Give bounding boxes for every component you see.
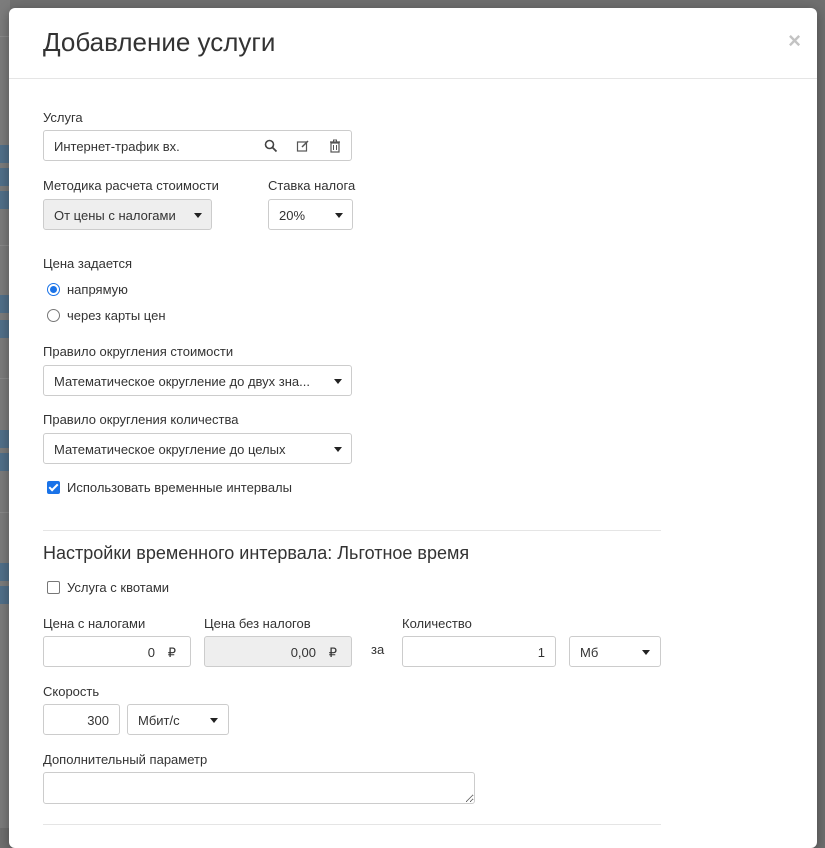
dialog-title: Добавление услуги xyxy=(43,27,276,57)
background-marker xyxy=(0,586,9,604)
quota-label: Услуга с квотами xyxy=(67,580,170,595)
dialog-header: Добавление услуги × xyxy=(9,8,817,79)
price-without-tax-value: 0,00 xyxy=(290,645,316,660)
background-marker xyxy=(0,145,9,163)
ruble-sign: ₽ xyxy=(167,645,176,660)
chevron-down-icon xyxy=(334,447,342,452)
speed-unit-select[interactable]: Мбит/с xyxy=(127,704,229,735)
quantity-label: Количество xyxy=(402,616,472,631)
background-marker xyxy=(0,295,9,313)
cost-method-value: От цены с налогами xyxy=(54,208,176,223)
cost-rounding-select[interactable]: Математическое округление до двух зна... xyxy=(43,365,352,396)
quantity-input[interactable]: 1 xyxy=(402,636,556,667)
cost-method-label: Методика расчета стоимости xyxy=(43,178,219,193)
section-divider xyxy=(43,824,661,825)
qty-rounding-select[interactable]: Математическое округление до целых xyxy=(43,433,352,464)
price-without-tax-input: 0,00 ₽ xyxy=(204,636,352,667)
speed-input[interactable]: 300 xyxy=(43,704,120,735)
background-marker xyxy=(0,563,9,581)
background-marker xyxy=(0,168,9,186)
per-label: за xyxy=(371,642,385,657)
interval-section-title: Настройки временного интервала: Льготное… xyxy=(43,543,470,563)
tax-rate-value: 20% xyxy=(279,208,306,223)
extra-param-textarea[interactable] xyxy=(43,772,475,804)
radio-direct-label: напрямую xyxy=(67,282,128,297)
price-with-tax-input[interactable]: 0 ₽ xyxy=(43,636,191,667)
price-without-tax-label: Цена без налогов xyxy=(204,616,311,631)
service-field[interactable]: Интернет-трафик вх. xyxy=(43,130,352,161)
radio-button-checked[interactable] xyxy=(47,283,60,296)
background-divider xyxy=(0,245,9,246)
use-intervals-label: Использовать временные интервалы xyxy=(67,480,292,495)
background-marker xyxy=(0,430,9,448)
edit-icon[interactable] xyxy=(296,139,310,153)
chevron-down-icon xyxy=(335,213,343,218)
chevron-down-icon xyxy=(210,718,218,723)
extra-param-label: Дополнительный параметр xyxy=(43,752,208,767)
price-with-tax-label: Цена с налогами xyxy=(43,616,146,631)
trash-icon[interactable] xyxy=(328,139,342,153)
chevron-down-icon xyxy=(194,213,202,218)
background-divider xyxy=(0,36,9,37)
radio-price-maps-label: через карты цен xyxy=(67,308,166,323)
speed-value: 300 xyxy=(87,713,109,728)
section-divider xyxy=(43,530,661,531)
ruble-sign: ₽ xyxy=(328,645,337,660)
use-intervals-checkbox[interactable] xyxy=(47,481,60,494)
chevron-down-icon xyxy=(334,379,342,384)
cost-rounding-label: Правило округления стоимости xyxy=(43,344,234,359)
unit-select[interactable]: Мб xyxy=(569,636,661,667)
service-label: Услуга xyxy=(43,110,83,125)
quota-checkbox[interactable] xyxy=(47,581,60,594)
speed-label: Скорость xyxy=(43,684,100,699)
chevron-down-icon xyxy=(642,650,650,655)
background-marker xyxy=(0,320,9,338)
background-marker xyxy=(0,191,9,209)
unit-value: Мб xyxy=(580,645,599,660)
close-icon[interactable]: × xyxy=(788,30,801,52)
qty-rounding-value: Математическое округление до целых xyxy=(54,442,286,457)
cost-method-select[interactable]: От цены с налогами xyxy=(43,199,212,230)
tax-rate-select[interactable]: 20% xyxy=(268,199,353,230)
qty-rounding-label: Правило округления количества xyxy=(43,412,239,427)
tax-rate-label: Ставка налога xyxy=(268,178,356,193)
price-with-tax-value: 0 xyxy=(147,645,155,660)
add-service-dialog: Добавление услуги × Услуга Интернет-траф… xyxy=(9,8,817,848)
search-icon[interactable] xyxy=(264,139,278,153)
cost-rounding-value: Математическое округление до двух зна... xyxy=(54,374,310,389)
speed-unit-value: Мбит/с xyxy=(138,713,180,728)
background-marker xyxy=(0,453,9,471)
price-set-label: Цена задается xyxy=(43,256,133,271)
radio-button[interactable] xyxy=(47,309,60,322)
background-divider xyxy=(0,512,9,513)
quantity-value: 1 xyxy=(537,645,545,660)
service-value: Интернет-трафик вх. xyxy=(54,139,180,154)
background-divider xyxy=(0,378,9,379)
